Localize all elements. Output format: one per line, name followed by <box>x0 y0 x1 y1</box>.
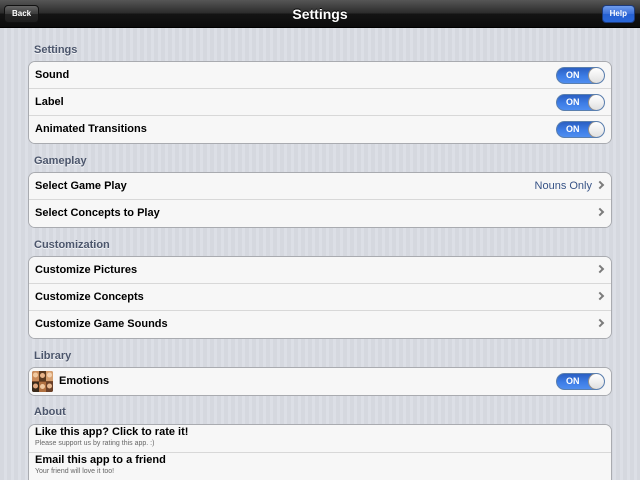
toggle-knob <box>588 374 604 389</box>
select-concepts-row[interactable]: Select Concepts to Play <box>29 200 611 227</box>
help-button[interactable]: Help <box>601 5 635 23</box>
game-play-value: Nouns Only <box>534 180 592 192</box>
toggle-knob <box>588 68 604 83</box>
library-group: Emotions ON <box>28 367 612 396</box>
rate-app-title: Like this app? Click to rate it! <box>35 426 189 438</box>
email-app-subtitle: Your friend will love it too! <box>35 468 115 475</box>
rate-app-row[interactable]: Like this app? Click to rate it! Please … <box>29 425 611 453</box>
section-header-settings: Settings <box>34 44 78 56</box>
email-app-row[interactable]: Email this app to a friend Your friend w… <box>29 453 611 480</box>
navigation-bar: Back Settings Help <box>0 0 640 28</box>
animated-transitions-toggle[interactable]: ON <box>556 121 605 138</box>
chevron-right-icon <box>595 291 605 301</box>
section-header-about: About <box>34 406 66 418</box>
emotions-thumbnail-icon <box>32 371 53 392</box>
customize-concepts-row[interactable]: Customize Concepts <box>29 284 611 311</box>
settings-group: Sound ON Label ON Animated Transitions O… <box>28 61 612 144</box>
label-toggle[interactable]: ON <box>556 94 605 111</box>
sound-row: Sound ON <box>29 62 611 89</box>
chevron-right-icon <box>595 180 605 190</box>
select-concepts-label: Select Concepts to Play <box>35 207 160 219</box>
section-header-library: Library <box>34 350 72 362</box>
toggle-knob <box>588 95 604 110</box>
page-title: Settings <box>292 6 348 22</box>
sound-toggle-state: ON <box>566 70 580 80</box>
emotions-row: Emotions ON <box>29 368 611 395</box>
customize-pictures-label: Customize Pictures <box>35 264 138 276</box>
customization-group: Customize Pictures Customize Concepts Cu… <box>28 256 612 339</box>
toggle-knob <box>588 122 604 137</box>
animated-transitions-row: Animated Transitions ON <box>29 116 611 143</box>
rate-app-subtitle: Please support us by rating this app. :) <box>35 440 155 447</box>
customize-concepts-label: Customize Concepts <box>35 291 144 303</box>
gameplay-group: Select Game Play Nouns Only Select Conce… <box>28 172 612 228</box>
label-toggle-state: ON <box>566 97 580 107</box>
emotions-toggle-state: ON <box>566 376 580 386</box>
section-header-gameplay: Gameplay <box>34 155 87 167</box>
animated-transitions-toggle-state: ON <box>566 124 580 134</box>
select-game-play-row[interactable]: Select Game Play Nouns Only <box>29 173 611 200</box>
emotions-label: Emotions <box>59 375 110 387</box>
sound-toggle[interactable]: ON <box>556 67 605 84</box>
customize-game-sounds-row[interactable]: Customize Game Sounds <box>29 311 611 338</box>
about-group: Like this app? Click to rate it! Please … <box>28 424 612 480</box>
sound-label: Sound <box>35 69 70 81</box>
emotions-toggle[interactable]: ON <box>556 373 605 390</box>
animated-transitions-label: Animated Transitions <box>35 123 147 135</box>
customize-game-sounds-label: Customize Game Sounds <box>35 318 168 330</box>
settings-content[interactable]: Settings Sound ON Label ON Animated Tran… <box>0 28 640 480</box>
select-game-play-label: Select Game Play <box>35 180 127 192</box>
email-app-title: Email this app to a friend <box>35 454 166 466</box>
chevron-right-icon <box>595 207 605 217</box>
section-header-customization: Customization <box>34 239 110 251</box>
chevron-right-icon <box>595 318 605 328</box>
customize-pictures-row[interactable]: Customize Pictures <box>29 257 611 284</box>
chevron-right-icon <box>595 264 605 274</box>
label-label: Label <box>35 96 64 108</box>
label-row: Label ON <box>29 89 611 116</box>
